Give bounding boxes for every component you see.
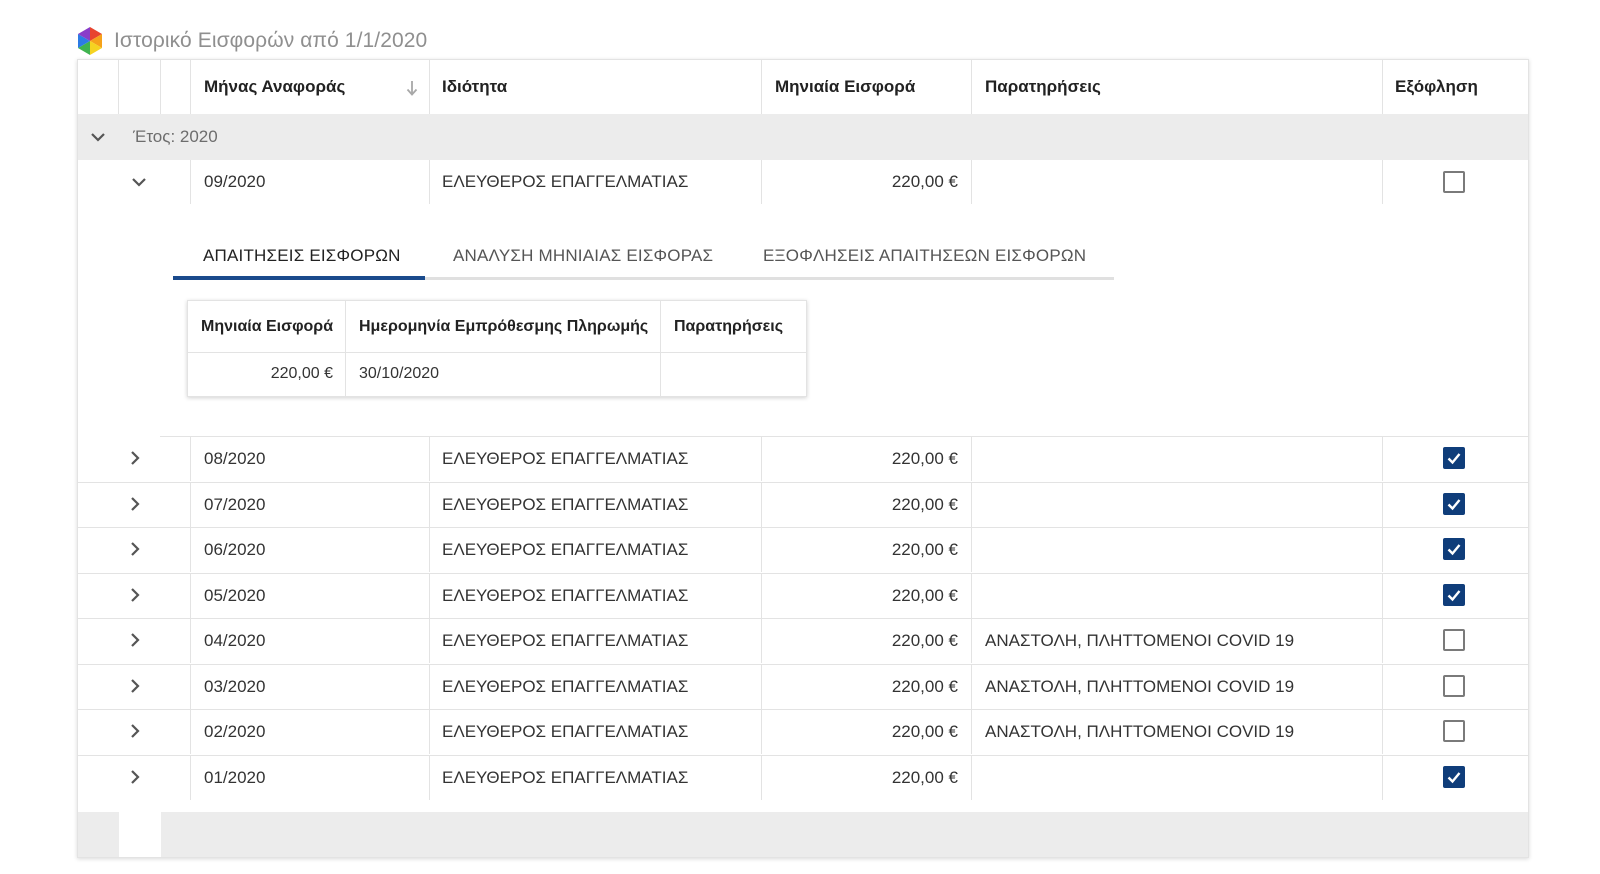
chevron-right-icon[interactable] [126, 495, 144, 513]
page-header: Ιστορικό Εισφορών από 1/1/2020 [76, 24, 427, 58]
cell-capacity: ΕΛΕΥΘΕΡΟΣ ΕΠΑΓΓΕΛΜΑΤΙΑΣ [442, 494, 689, 514]
cell-capacity: ΕΛΕΥΘΕΡΟΣ ΕΠΑΓΓΕΛΜΑΤΙΑΣ [442, 172, 689, 191]
paid-checkbox[interactable] [1443, 584, 1465, 606]
tab-claim-payments[interactable]: ΕΞΟΦΛΗΣΕΙΣ ΑΠΑΙΤΗΣΕΩΝ ΕΙΣΦΟΡΩΝ [763, 234, 1086, 277]
paid-checkbox[interactable] [1443, 720, 1465, 742]
cell-amount: 220,00 € [891, 494, 958, 514]
paid-checkbox[interactable] [1443, 493, 1465, 515]
cell-amount: 220,00 € [891, 539, 958, 559]
cell-month: 06/2020 [204, 539, 266, 559]
checkmark-icon [1447, 499, 1461, 511]
page-title: Ιστορικό Εισφορών από 1/1/2020 [114, 29, 428, 52]
cell-capacity: ΕΛΕΥΘΕΡΟΣ ΕΠΑΓΓΕΛΜΑΤΙΑΣ [442, 448, 689, 468]
paid-checkbox[interactable] [1443, 171, 1465, 193]
cell-amount: 220,00 € [891, 630, 958, 650]
cell-capacity: ΕΛΕΥΘΕΡΟΣ ΕΠΑΓΓΕΛΜΑΤΙΑΣ [442, 767, 689, 787]
chevron-down-icon[interactable] [130, 173, 148, 191]
cell-amount: 220,00 € [891, 172, 958, 191]
cell-notes: ΑΝΑΣΤΟΛΗ, ΠΛΗΤΤΟΜΕΝΟΙ COVID 19 [985, 721, 1295, 741]
active-tab-indicator [173, 276, 425, 280]
column-header-capacity[interactable]: Ιδιότητα [442, 60, 507, 114]
paid-checkbox[interactable] [1443, 766, 1465, 788]
cell-capacity: ΕΛΕΥΘΕΡΟΣ ΕΠΑΓΓΕΛΜΑΤΙΑΣ [442, 721, 689, 741]
cell-month: 01/2020 [204, 767, 266, 787]
cell-month: 05/2020 [204, 585, 266, 605]
cell-month: 03/2020 [204, 676, 266, 696]
cell-amount: 220,00 € [891, 585, 958, 605]
chevron-right-icon[interactable] [126, 540, 144, 558]
hexagon-logo-icon [78, 27, 102, 55]
subgrid-cell-amount: 220,00 € [270, 365, 333, 382]
subgrid-cell-due-date: 30/10/2020 [359, 365, 440, 382]
paid-checkbox[interactable] [1443, 675, 1465, 697]
cell-capacity: ΕΛΕΥΘΕΡΟΣ ΕΠΑΓΓΕΛΜΑΤΙΑΣ [442, 630, 689, 650]
cell-capacity: ΕΛΕΥΘΕΡΟΣ ΕΠΑΓΓΕΛΜΑΤΙΑΣ [442, 539, 689, 559]
chevron-right-icon[interactable] [126, 677, 144, 695]
chevron-right-icon[interactable] [126, 586, 144, 604]
contributions-grid: Μήνας Αναφοράς Ιδιότητα Μηνιαία Εισφορά … [77, 59, 1529, 858]
cell-month: 07/2020 [204, 494, 266, 514]
chevron-right-icon[interactable] [126, 722, 144, 740]
chevron-down-icon[interactable] [89, 128, 107, 146]
paid-checkbox[interactable] [1443, 629, 1465, 651]
chevron-right-icon[interactable] [126, 631, 144, 649]
column-header-paid[interactable]: Εξόφληση [1395, 60, 1478, 114]
column-header-amount[interactable]: Μηνιαία Εισφορά [775, 60, 915, 114]
checkmark-icon [1447, 590, 1461, 602]
chevron-right-icon[interactable] [126, 449, 144, 467]
grid-footer [78, 812, 1528, 857]
chevron-right-icon[interactable] [126, 768, 144, 786]
column-header-notes[interactable]: Παρατηρήσεις [985, 60, 1101, 114]
cell-notes: ΑΝΑΣΤΟΛΗ, ΠΛΗΤΤΟΜΕΝΟΙ COVID 19 [985, 676, 1295, 696]
cell-capacity: ΕΛΕΥΘΕΡΟΣ ΕΠΑΓΓΕΛΜΑΤΙΑΣ [442, 585, 689, 605]
subgrid-header-due-date[interactable]: Ημερομηνία Εμπρόθεσμης Πληρωμής [359, 301, 648, 352]
cell-notes: ΑΝΑΣΤΟΛΗ, ΠΛΗΤΤΟΜΕΝΟΙ COVID 19 [985, 630, 1295, 650]
paid-checkbox[interactable] [1443, 538, 1465, 560]
cell-capacity: ΕΛΕΥΘΕΡΟΣ ΕΠΑΓΓΕΛΜΑΤΙΑΣ [442, 676, 689, 696]
cell-month: 02/2020 [204, 721, 266, 741]
cell-month: 09/2020 [204, 172, 266, 191]
arrow-down-icon[interactable] [404, 77, 420, 99]
cell-amount: 220,00 € [891, 767, 958, 787]
group-row-2020[interactable]: Έτος: 2020 [78, 114, 1528, 160]
tab-contribution-claims[interactable]: ΑΠΑΙΤΗΣΕΙΣ ΕΙΣΦΟΡΩΝ [203, 234, 401, 277]
claims-subgrid: Μηνιαία Εισφορά Ημερομηνία Εμπρόθεσμης Π… [187, 300, 807, 397]
cell-amount: 220,00 € [891, 448, 958, 468]
tab-monthly-breakdown[interactable]: ΑΝΑΛΥΣΗ ΜΗΝΙΑΙΑΣ ΕΙΣΦΟΡΑΣ [453, 234, 713, 277]
cell-month: 04/2020 [204, 630, 266, 650]
cell-amount: 220,00 € [891, 676, 958, 696]
detail-tabs: ΑΠΑΙΤΗΣΕΙΣ ΕΙΣΦΟΡΩΝ ΑΝΑΛΥΣΗ ΜΗΝΙΑΙΑΣ ΕΙΣ… [173, 234, 1114, 280]
detail-panel: ΑΠΑΙΤΗΣΕΙΣ ΕΙΣΦΟΡΩΝ ΑΝΑΛΥΣΗ ΜΗΝΙΑΙΑΣ ΕΙΣ… [78, 204, 1528, 440]
checkmark-icon [1447, 772, 1461, 784]
column-header-month[interactable]: Μήνας Αναφοράς [204, 60, 345, 114]
checkmark-icon [1447, 453, 1461, 465]
subgrid-header-amount[interactable]: Μηνιαία Εισφορά [201, 301, 333, 352]
cell-month: 08/2020 [204, 448, 266, 468]
paid-checkbox[interactable] [1443, 447, 1465, 469]
subgrid-header-notes[interactable]: Παρατηρήσεις [674, 301, 783, 352]
group-label: Έτος: 2020 [133, 127, 218, 146]
checkmark-icon [1447, 544, 1461, 556]
cell-amount: 220,00 € [891, 721, 958, 741]
